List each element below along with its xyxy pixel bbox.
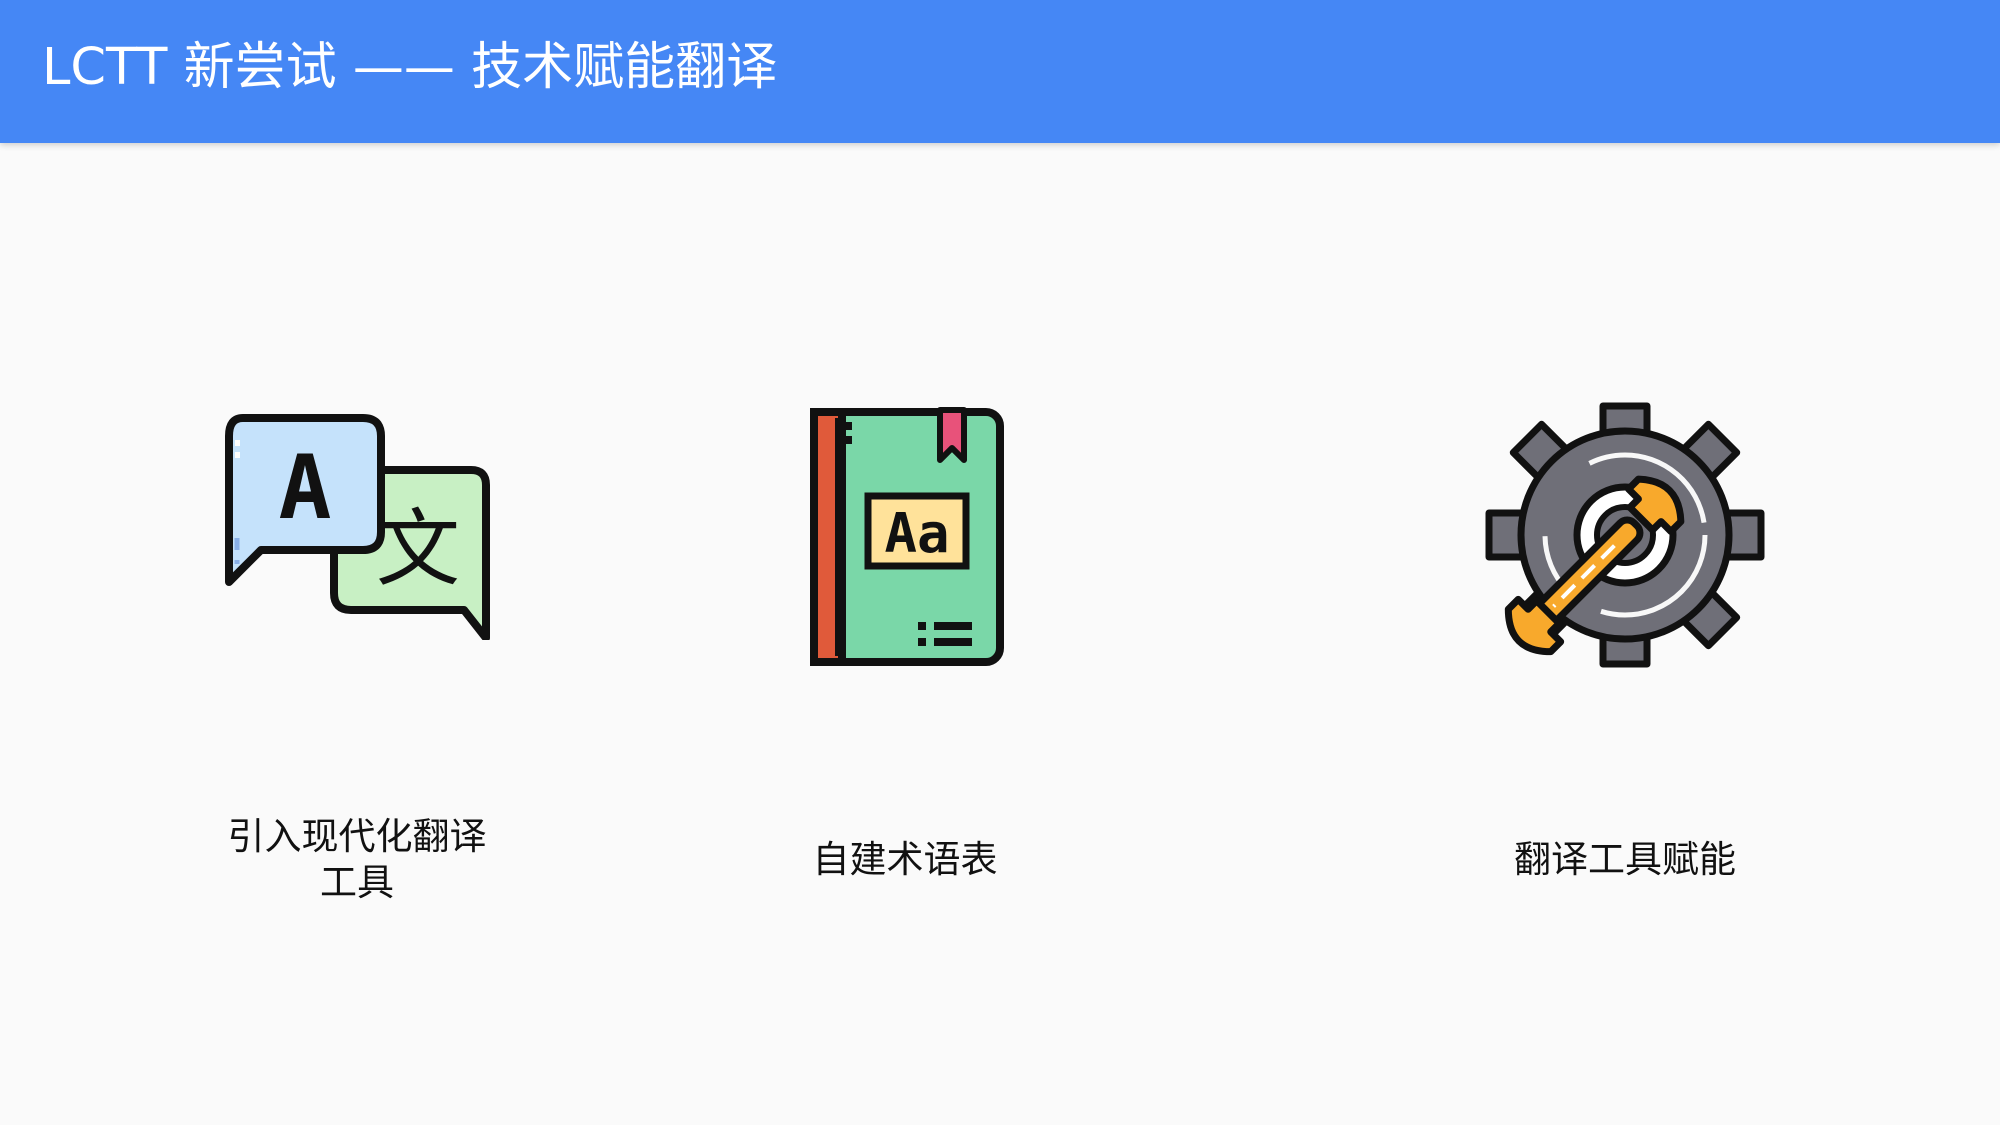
feature-label-tool-empowerment: 翻译工具赋能	[1514, 838, 1736, 881]
translate-chat-bubbles-icon: A 文	[225, 414, 490, 640]
gear-wrench-icon	[1485, 402, 1765, 668]
glossary-book-icon: Aa	[810, 407, 1004, 666]
icon-letter-a: A	[279, 436, 332, 539]
feature-label-glossary: 自建术语表	[812, 838, 998, 881]
icon-letters-aa: Aa	[884, 502, 949, 565]
page-title: LCTT 新尝试 —— 技术赋能翻译	[42, 38, 778, 97]
icon-letter-wen: 文	[376, 500, 460, 598]
feature-card-tool-empowerment: 翻译工具赋能	[1415, 400, 1835, 920]
feature-card-glossary: Aa 自建术语表	[695, 400, 1115, 920]
header-bar: LCTT 新尝试 —— 技术赋能翻译	[0, 0, 2000, 143]
feature-label-translation-tools: 引入现代化翻译 工具	[227, 815, 487, 904]
feature-card-translation-tools: A 文 引入现代化翻译 工具	[147, 400, 567, 920]
